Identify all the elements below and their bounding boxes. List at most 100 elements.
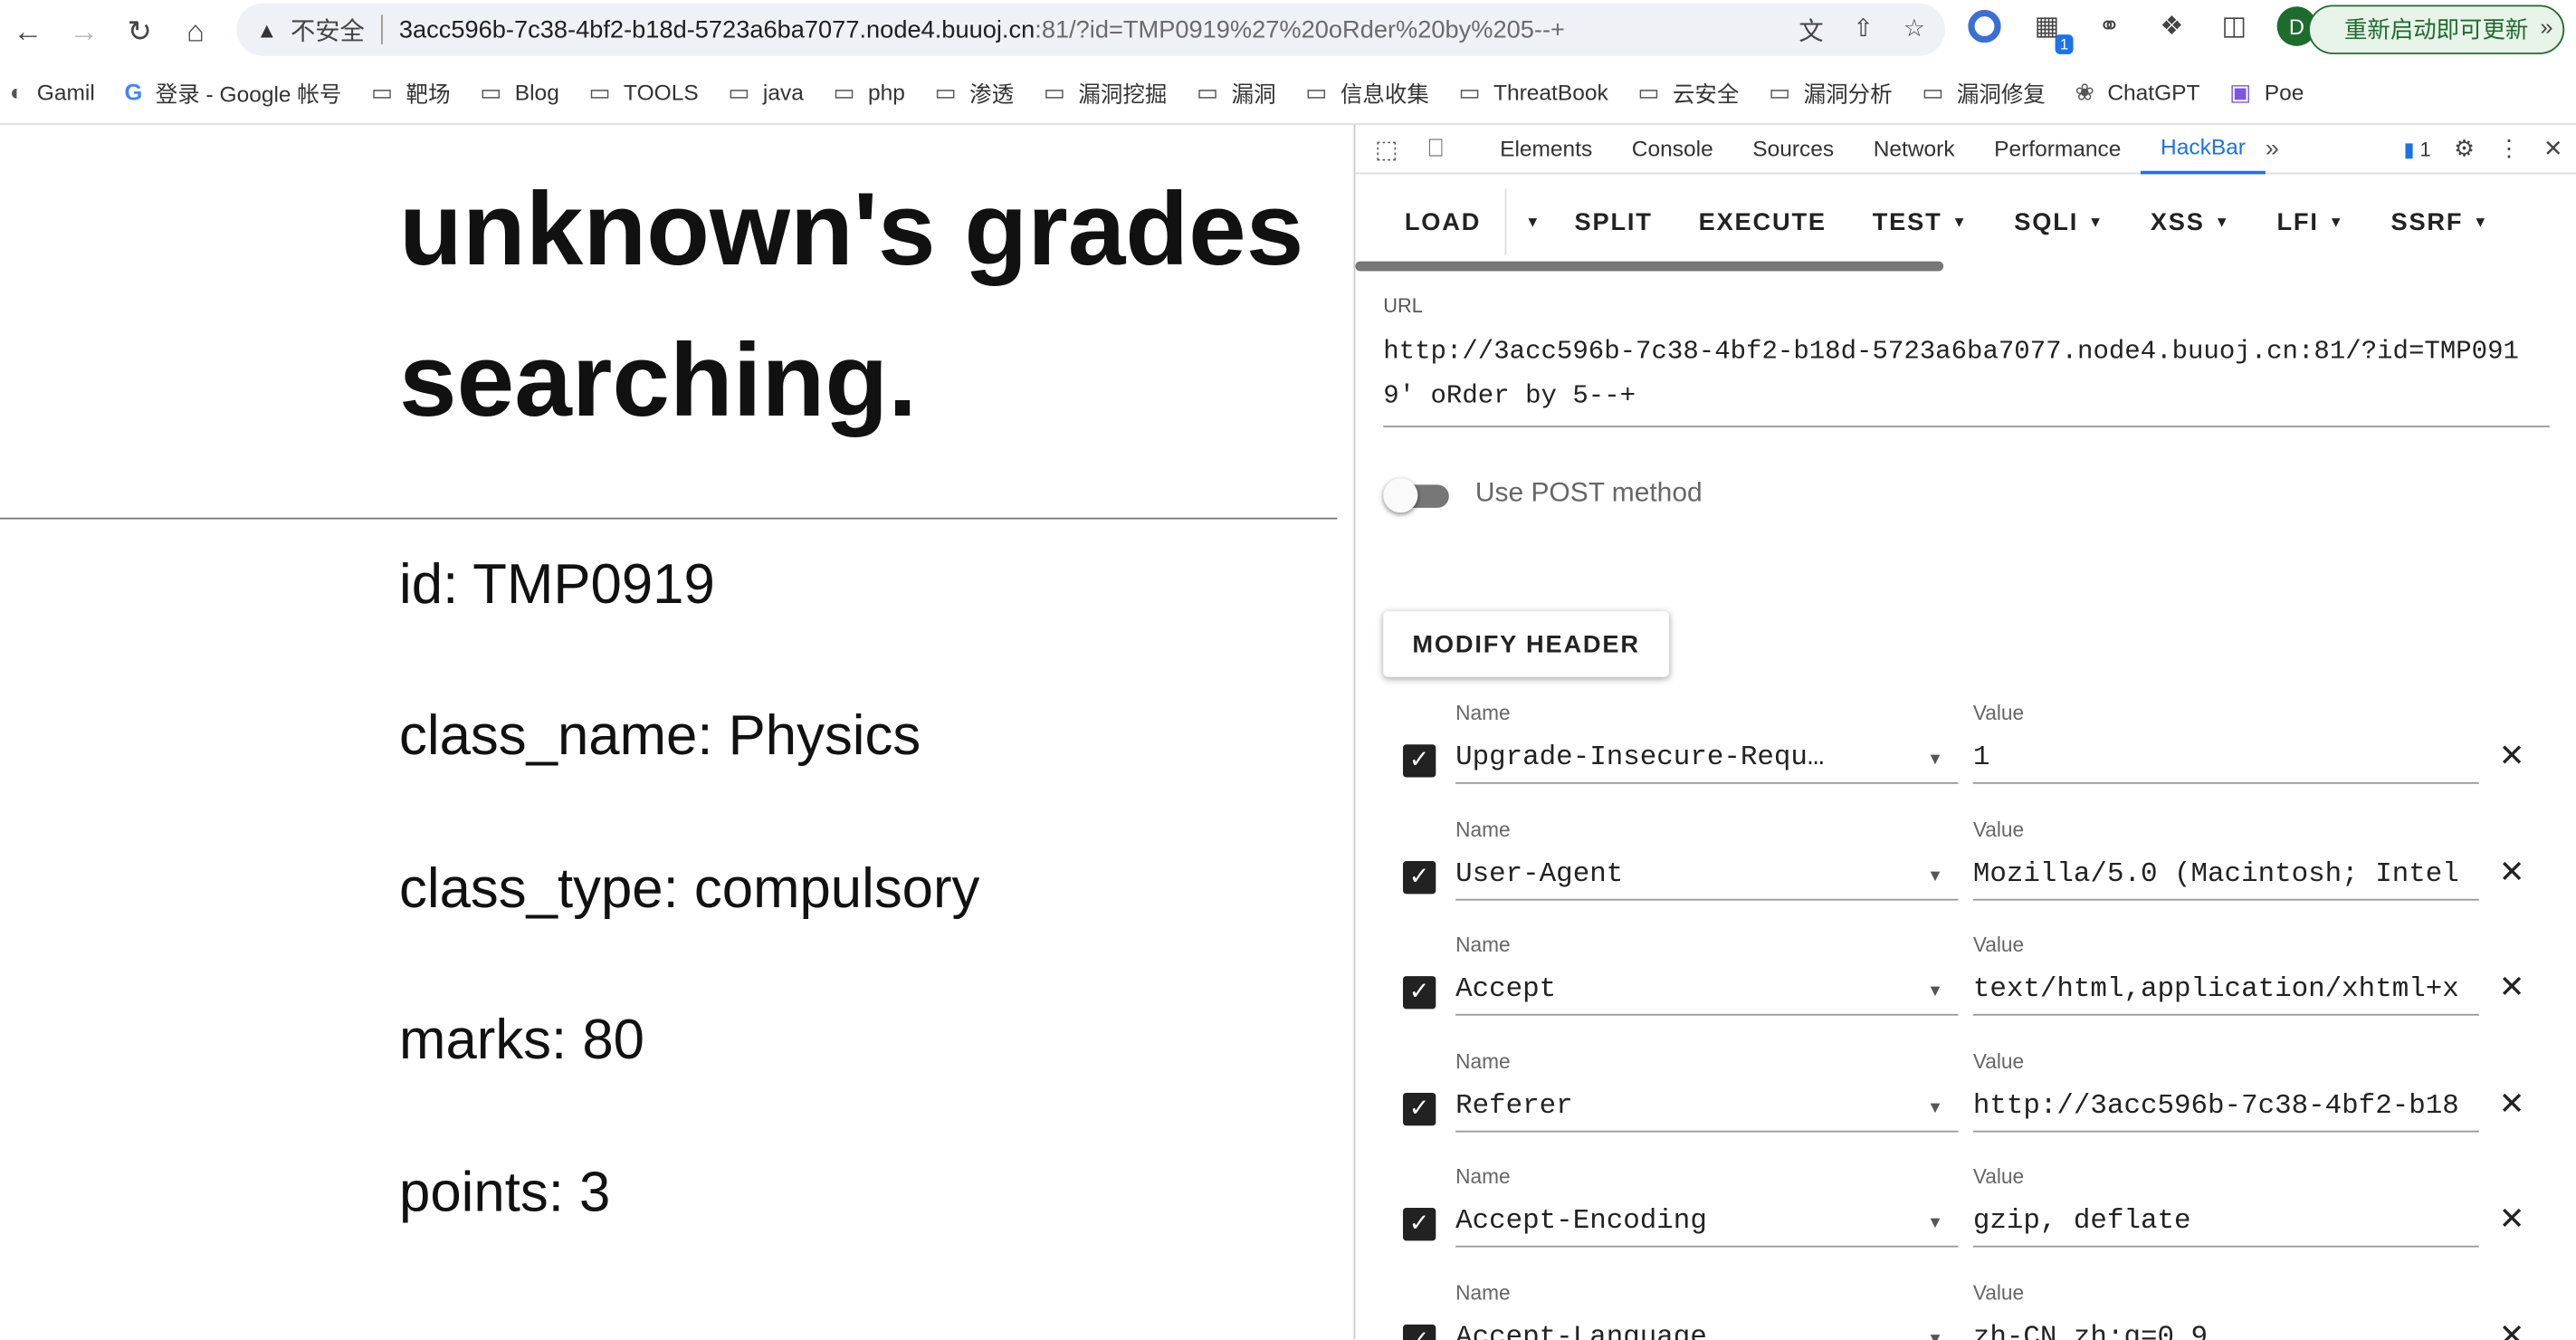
header-checkbox[interactable]: ✓ <box>1403 1208 1436 1241</box>
caret-down-icon: ▼ <box>1951 213 1969 231</box>
star-icon[interactable]: ☆ <box>1903 14 1925 48</box>
load-button[interactable]: LOAD <box>1381 188 1506 255</box>
url-textarea[interactable]: http://3acc596b-7c38-4bf2-b18d-5723a6ba7… <box>1383 330 2550 427</box>
caret-down-icon[interactable]: ▼ <box>1927 1214 1943 1232</box>
execute-button[interactable]: EXECUTE <box>1675 189 1849 255</box>
forward-button[interactable]: → <box>56 4 112 60</box>
header-checkbox[interactable]: ✓ <box>1403 1092 1436 1125</box>
puzzle-icon[interactable]: ❖ <box>2152 6 2192 46</box>
caret-down-icon[interactable]: ▼ <box>1927 751 1943 769</box>
header-name-input[interactable]: Upgrade-Insecure-Requ… <box>1455 732 1959 784</box>
test-button[interactable]: TEST ▼ <box>1849 189 1991 255</box>
header-checkbox[interactable]: ✓ <box>1403 744 1436 778</box>
header-name-input[interactable]: Accept-Language <box>1455 1310 1958 1340</box>
load-dropdown-button[interactable]: ▼ <box>1505 189 1551 255</box>
close-icon[interactable]: ✕ <box>2499 1317 2525 1340</box>
kebab-menu-icon[interactable]: ⋮ <box>2497 135 2520 163</box>
reload-button[interactable]: ↻ <box>111 4 167 60</box>
header-checkbox[interactable]: ✓ <box>1403 860 1436 894</box>
toolbar-label: LFI <box>2276 207 2319 236</box>
translate-icon[interactable]: 文 <box>1798 14 1823 48</box>
bookmark-item[interactable]: ▭ 漏洞挖掘 <box>1044 75 1168 108</box>
caret-down-icon[interactable]: ▼ <box>1927 866 1943 885</box>
bookmark-item[interactable]: ▭ 渗透 <box>935 75 1015 108</box>
sqli-button[interactable]: SQLI ▼ <box>1991 189 2128 255</box>
bookmark-item[interactable]: ▭ java <box>728 78 803 106</box>
header-name-input[interactable]: Accept <box>1455 963 1959 1016</box>
field-marks: marks: 80 <box>399 1009 644 1072</box>
caret-down-icon[interactable]: ▼ <box>1927 1330 1943 1340</box>
caret-down-icon[interactable]: ▼ <box>1927 982 1943 1000</box>
name-label: Name <box>1455 1280 1511 1305</box>
header-value-input[interactable]: text/html,application/xhtml+x <box>1972 963 2479 1016</box>
header-name-input[interactable]: User-Agent <box>1455 847 1959 900</box>
bookmark-item[interactable]: ▭ 漏洞修复 <box>1922 75 2046 108</box>
bookmark-item[interactable]: ▭ 靶场 <box>371 75 451 108</box>
address-bar[interactable]: ▲ 不安全 3acc596b-7c38-4bf2-b18d-5723a6ba70… <box>236 3 1945 56</box>
value-label: Value <box>1972 1280 2025 1305</box>
bookmark-item[interactable]: ❀ ChatGPT <box>2075 78 2200 106</box>
update-button[interactable]: 重新启动即可更新 <box>2308 5 2565 54</box>
modify-header-button[interactable]: MODIFY HEADER <box>1383 611 1669 677</box>
close-icon[interactable]: ✕ <box>2543 135 2562 163</box>
tab-elements[interactable]: Elements <box>1480 124 1612 173</box>
tab-performance[interactable]: Performance <box>1974 124 2141 173</box>
header-value-input[interactable]: 1 <box>1972 732 2479 784</box>
arrow-right-icon: → <box>69 14 99 47</box>
share-icon[interactable]: ⇧ <box>1853 14 1874 48</box>
tab-console[interactable]: Console <box>1612 124 1732 173</box>
header-value-input[interactable]: gzip, deflate <box>1972 1195 2479 1248</box>
bookmark-item[interactable]: ▣ Poe <box>2229 78 2304 106</box>
ssrf-button[interactable]: SSRF ▼ <box>2368 189 2513 255</box>
close-icon[interactable]: ✕ <box>2499 970 2525 1008</box>
caret-down-icon[interactable]: ▼ <box>1927 1098 1943 1116</box>
bookmark-item[interactable]: ▭ 漏洞 <box>1197 75 1276 108</box>
bookmark-item[interactable]: G 登录 - Google 帐号 <box>124 75 341 108</box>
close-icon[interactable]: ✕ <box>2499 1201 2525 1240</box>
bookmark-label: Poe <box>2264 80 2304 105</box>
bookmark-item[interactable]: ◐ Gamil <box>10 79 95 105</box>
bookmark-item[interactable]: ▭ 云安全 <box>1637 75 1739 108</box>
saturn-extension-icon[interactable]: ⚭ <box>2090 6 2130 46</box>
bookmark-label: 漏洞 <box>1231 81 1276 107</box>
header-value-input[interactable]: Mozilla/5.0 (Macintosh; Intel <box>1972 847 2479 900</box>
close-icon[interactable]: ✕ <box>2499 1086 2525 1124</box>
tab-network[interactable]: Network <box>1854 124 1974 173</box>
lfi-button[interactable]: LFI ▼ <box>2254 189 2368 255</box>
tab-hackbar[interactable]: HackBar <box>2141 124 2266 174</box>
bookmark-item[interactable]: ▭ 漏洞分析 <box>1769 75 1893 108</box>
header-value-input[interactable]: zh-CN,zh;q=0.9 <box>1973 1310 2479 1340</box>
issues-counter[interactable]: ▮ 1 <box>2403 138 2430 160</box>
hackbar-scrollbar[interactable] <box>1355 261 1944 272</box>
more-tabs-icon[interactable]: » <box>2266 135 2279 163</box>
bookmark-item[interactable]: ▭ 信息收集 <box>1305 75 1429 108</box>
split-button[interactable]: SPLIT <box>1551 189 1675 255</box>
header-value-input[interactable]: http://3acc596b-7c38-4bf2-b18 <box>1972 1079 2479 1132</box>
circle-extension-icon[interactable] <box>1965 6 2005 46</box>
header-name-input[interactable]: Accept-Encoding <box>1455 1195 1959 1248</box>
side-panel-icon[interactable]: ◫ <box>2215 6 2255 46</box>
header-checkbox[interactable]: ✓ <box>1403 1323 1436 1340</box>
bookmark-item[interactable]: ▭ php <box>834 78 905 106</box>
bookmarks-more-icon[interactable]: » <box>2540 14 2552 40</box>
folder-icon: ▭ <box>1769 78 1791 105</box>
gear-icon[interactable]: ⚙ <box>2454 135 2475 163</box>
close-icon[interactable]: ✕ <box>2499 738 2525 776</box>
tab-sources[interactable]: Sources <box>1732 124 1853 173</box>
xss-button[interactable]: XSS ▼ <box>2127 189 2254 255</box>
panda-extension-icon[interactable]: ▦ 1 <box>2027 6 2074 54</box>
toolbar-label: XSS <box>2150 207 2205 236</box>
close-icon[interactable]: ✕ <box>2499 854 2525 892</box>
header-checkbox[interactable]: ✓ <box>1403 976 1436 1010</box>
home-button[interactable]: ⌂ <box>167 4 224 60</box>
back-button[interactable]: ← <box>0 4 56 60</box>
bookmark-item[interactable]: ▭ ThreatBook <box>1458 78 1608 106</box>
bookmark-item[interactable]: ▭ TOOLS <box>589 78 699 106</box>
bookmark-item[interactable]: ▭ Blog <box>480 78 559 106</box>
post-toggle[interactable] <box>1383 477 1452 512</box>
inspect-icon[interactable]: ⬚ <box>1362 134 1411 164</box>
header-name-input[interactable]: Referer <box>1455 1079 1959 1132</box>
toolbar-label: SSRF <box>2390 207 2464 236</box>
device-toolbar-icon[interactable]: ⎕ <box>1411 135 1460 163</box>
devtools-panel: ⬚ ⎕ Elements Console Sources Network Perform… <box>1353 124 2576 1340</box>
